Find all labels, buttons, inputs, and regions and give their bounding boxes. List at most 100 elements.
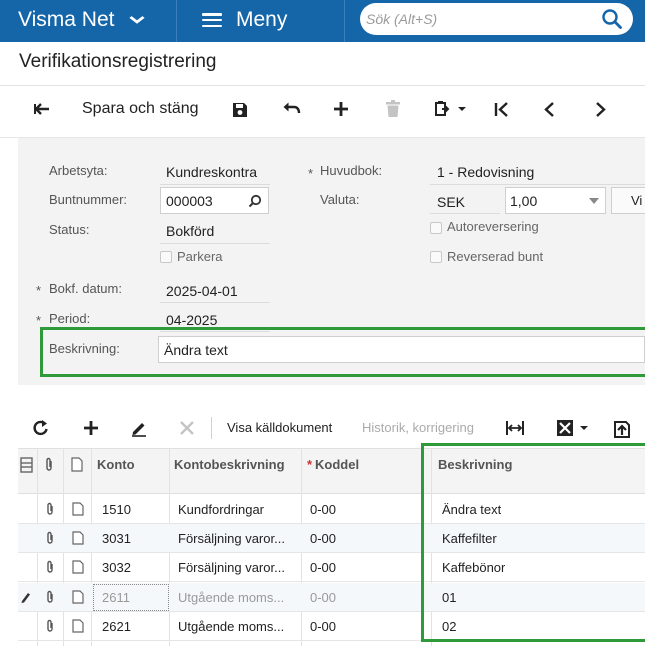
edit-icon[interactable] xyxy=(130,419,148,437)
column-header-konto[interactable]: Konto xyxy=(97,457,135,472)
historik-korrigering-button: Historik, korrigering xyxy=(362,420,474,435)
arbetsyta-value: Kundreskontra xyxy=(166,164,258,180)
note-icon[interactable] xyxy=(72,619,84,633)
bokf-datum-value[interactable]: 2025-04-01 xyxy=(166,283,238,299)
cell-konto[interactable]: 3031 xyxy=(102,531,131,546)
required-marker: * xyxy=(36,283,42,298)
row-selector-icon[interactable] xyxy=(20,457,33,473)
search-box xyxy=(360,3,633,35)
cell-koddel[interactable]: 0-00 xyxy=(310,531,336,546)
cell-kontobeskrivning: Kundfordringar xyxy=(178,502,264,517)
field-underline xyxy=(160,243,270,244)
refresh-icon[interactable] xyxy=(32,419,50,437)
cell-koddel[interactable]: 0-00 xyxy=(310,502,336,517)
note-header-icon xyxy=(71,457,83,472)
bokf-datum-label: Bokf. datum: xyxy=(49,281,122,296)
search-icon[interactable] xyxy=(248,194,262,208)
kurs-value: 1,00 xyxy=(510,193,538,209)
divider xyxy=(211,417,212,439)
top-bar: Visma Net Meny xyxy=(0,0,645,42)
visa-button[interactable]: Vi xyxy=(611,187,645,214)
period-label: Period: xyxy=(49,311,91,326)
reverserad-bunt-label: Reverserad bunt xyxy=(447,249,544,264)
previous-record-icon[interactable] xyxy=(542,101,556,118)
valuta-value: SEK xyxy=(437,194,466,210)
field-underline xyxy=(160,184,270,185)
excel-export-icon[interactable] xyxy=(556,419,592,437)
reverserad-bunt-checkbox[interactable] xyxy=(430,251,442,263)
parkera-checkbox[interactable] xyxy=(160,251,172,263)
save-icon[interactable] xyxy=(231,101,249,119)
note-icon[interactable] xyxy=(72,560,84,574)
required-marker: * xyxy=(307,457,313,472)
status-value: Bokförd xyxy=(166,223,215,239)
save-and-close-button[interactable]: Spara och stäng xyxy=(82,100,199,118)
add-row-icon[interactable] xyxy=(82,419,100,437)
topbar-divider xyxy=(344,0,345,42)
topbar-divider xyxy=(176,0,177,42)
cell-konto[interactable]: 2611 xyxy=(102,590,130,605)
page-title: Verifikationsregistrering xyxy=(19,51,217,72)
column-header-kontobeskrivning[interactable]: Kontobeskrivning xyxy=(174,457,298,472)
note-icon[interactable] xyxy=(72,502,84,516)
cell-kontobeskrivning: Försäljning varor... xyxy=(178,531,285,546)
note-icon[interactable] xyxy=(72,590,84,604)
attachment-icon[interactable] xyxy=(45,502,55,517)
cell-konto[interactable]: 2621 xyxy=(102,619,131,634)
cell-kontobeskrivning: Utgående moms... xyxy=(178,590,285,605)
note-icon[interactable] xyxy=(72,531,84,545)
buntnummer-label: Buntnummer: xyxy=(49,192,128,207)
hamburger-icon xyxy=(202,13,222,27)
autoreversering-checkbox[interactable] xyxy=(430,222,442,234)
period-value[interactable]: 04-2025 xyxy=(166,312,217,328)
required-marker: * xyxy=(36,313,42,328)
kurs-select[interactable]: 1,00 xyxy=(505,187,606,214)
cell-konto[interactable]: 3032 xyxy=(102,560,131,575)
add-icon[interactable] xyxy=(332,100,350,118)
cell-konto[interactable]: 1510 xyxy=(102,502,131,517)
arbetsyta-label: Arbetsyta: xyxy=(49,163,108,178)
back-arrow-icon[interactable] xyxy=(32,100,52,118)
delete-icon xyxy=(386,100,400,117)
brand-label: Visma Net xyxy=(18,8,115,31)
attachment-icon[interactable] xyxy=(45,531,55,546)
chevron-down-icon xyxy=(129,16,146,24)
visa-kalldokument-button[interactable]: Visa källdokument xyxy=(227,420,332,435)
cell-koddel[interactable]: 0-00 xyxy=(310,560,336,575)
edit-row-indicator-icon xyxy=(21,593,30,603)
menu-label: Meny xyxy=(236,8,288,31)
search-input[interactable] xyxy=(366,7,586,31)
visa-label: Vi xyxy=(631,193,643,208)
status-label: Status: xyxy=(49,222,90,237)
parkera-label: Parkera xyxy=(177,249,223,264)
cell-koddel[interactable]: 0-00 xyxy=(310,590,336,605)
menu-button[interactable]: Meny xyxy=(202,8,287,32)
attachment-icon[interactable] xyxy=(45,619,55,634)
first-record-icon[interactable] xyxy=(493,101,511,118)
next-record-icon[interactable] xyxy=(594,101,608,118)
undo-icon[interactable] xyxy=(282,101,302,117)
clipboard-dropdown-icon[interactable] xyxy=(433,100,467,118)
field-underline xyxy=(430,184,645,185)
search-icon[interactable] xyxy=(601,8,623,30)
attachment-icon[interactable] xyxy=(45,590,55,605)
cell-kontobeskrivning: Försäljning varor... xyxy=(178,560,285,575)
required-marker: * xyxy=(308,166,314,181)
autoreversering-label: Autoreversering xyxy=(447,219,539,234)
column-header-koddel[interactable]: Koddel xyxy=(315,457,359,472)
attachment-header-icon xyxy=(46,457,52,471)
highlight-box xyxy=(40,327,645,377)
buntnummer-field[interactable]: 000003 xyxy=(160,187,269,214)
attachment-icon[interactable] xyxy=(45,560,55,575)
upload-icon[interactable] xyxy=(611,417,633,439)
field-underline xyxy=(430,213,500,214)
delete-row-icon xyxy=(180,421,194,435)
cell-koddel[interactable]: 0-00 xyxy=(310,619,336,634)
fit-columns-icon[interactable] xyxy=(505,419,525,437)
buntnummer-value: 000003 xyxy=(166,193,213,209)
divider xyxy=(0,85,645,86)
chevron-down-icon xyxy=(589,198,599,204)
field-underline xyxy=(160,302,270,303)
cell-kontobeskrivning: Utgående moms... xyxy=(178,619,285,634)
brand-menu[interactable]: Visma Net xyxy=(18,8,146,32)
